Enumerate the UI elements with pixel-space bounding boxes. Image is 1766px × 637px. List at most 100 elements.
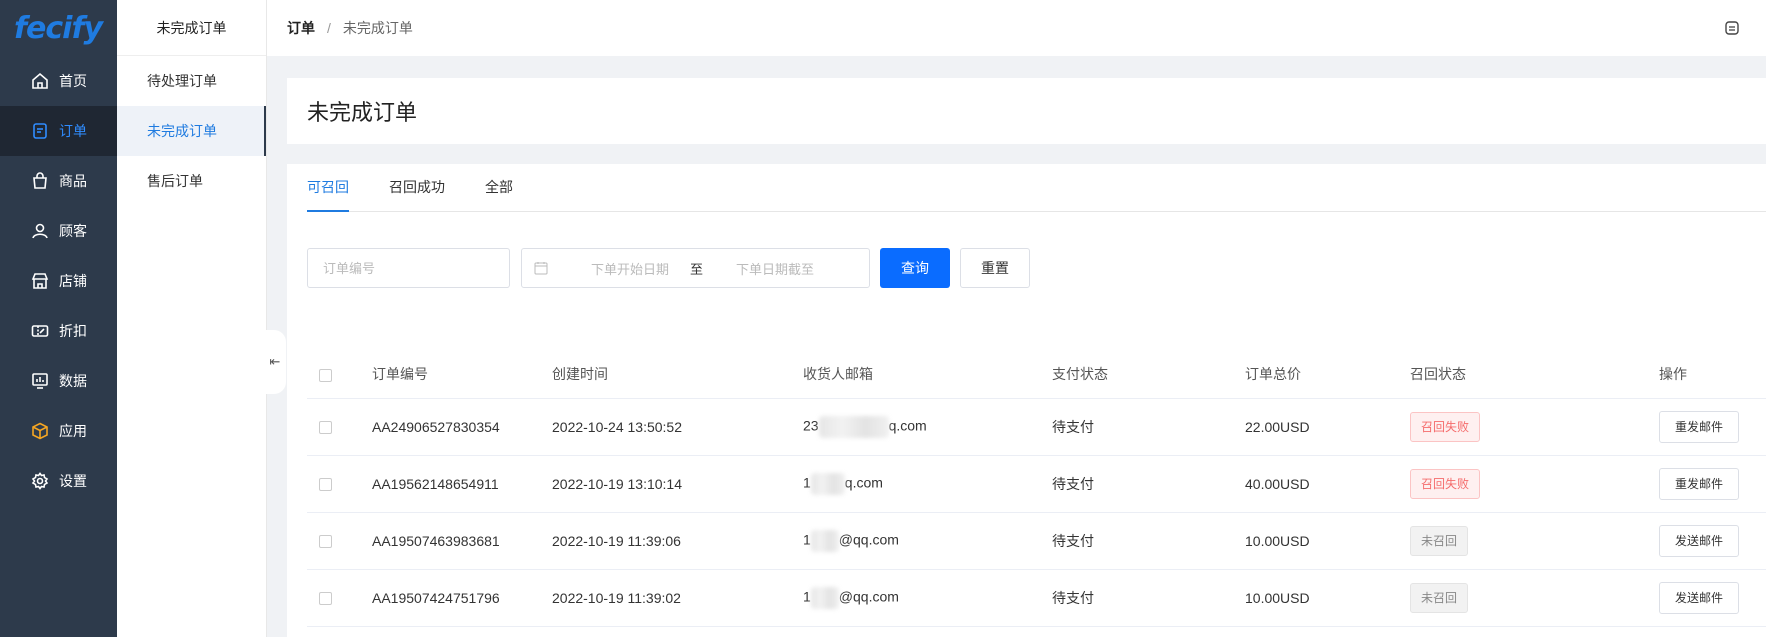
- submenu-item-1[interactable]: 未完成订单: [117, 106, 266, 156]
- column-header: 收货人邮箱: [803, 350, 1052, 399]
- pay-status: 待支付: [1052, 455, 1245, 513]
- created-time: 2022-10-19 11:39:06: [552, 512, 803, 570]
- sidebar-item-label: 顾客: [59, 223, 87, 239]
- breadcrumb-item-orders[interactable]: 订单: [287, 18, 315, 38]
- pay-status: 待支付: [1052, 398, 1245, 456]
- page-title: 未完成订单: [307, 100, 418, 125]
- home-icon: [30, 71, 50, 91]
- email-suffix: q.com: [844, 474, 883, 491]
- email-prefix: 1: [803, 474, 811, 491]
- action-cell: 发送邮件: [1659, 569, 1766, 627]
- submenu-title: 未完成订单: [117, 0, 266, 56]
- sidebar-item-7[interactable]: 应用: [0, 406, 117, 456]
- submenu-item-2[interactable]: 售后订单: [117, 156, 266, 206]
- tab-0[interactable]: 可召回: [307, 163, 349, 212]
- recall-status-cell: 未召回: [1410, 569, 1659, 627]
- sidebar-item-label: 商品: [59, 173, 87, 189]
- column-header: 操作: [1659, 350, 1766, 399]
- order-total: 10.00USD: [1245, 512, 1410, 570]
- email-prefix: 23: [803, 417, 819, 434]
- sidebar-item-label: 订单: [59, 123, 87, 139]
- row-checkbox[interactable]: [319, 592, 332, 606]
- order-total: 40.00USD: [1245, 455, 1410, 513]
- tab-2[interactable]: 全部: [485, 163, 513, 211]
- table-row: AA24906527830354 2022-10-24 13:50:52 23 q.c…: [307, 398, 1766, 456]
- pay-status: 待支付: [1052, 569, 1245, 627]
- order-total: 10.00USD: [1245, 569, 1410, 627]
- email-suffix: q.com: [888, 417, 927, 434]
- row-select-cell: [307, 569, 372, 627]
- sidebar-item-1[interactable]: 订单: [0, 106, 117, 156]
- order-number-input[interactable]: [307, 248, 510, 288]
- action-cell: 重发邮件: [1659, 398, 1766, 456]
- table-row: AA19562148654911 2022-10-19 13:10:14 1 q.co…: [307, 455, 1766, 513]
- row-checkbox[interactable]: [319, 421, 332, 435]
- submenu-item-0[interactable]: 待处理订单: [117, 56, 266, 106]
- tab-1[interactable]: 召回成功: [389, 163, 445, 211]
- select-all-checkbox[interactable]: [319, 368, 332, 382]
- sidebar-item-label: 应用: [59, 423, 87, 439]
- email-cell: 1 @qq.com: [803, 512, 1052, 570]
- row-select-cell: [307, 398, 372, 456]
- send-email-button[interactable]: 重发邮件: [1659, 410, 1740, 443]
- sidebar-item-4[interactable]: 店铺: [0, 256, 117, 306]
- sidebar-item-3[interactable]: 顾客: [0, 206, 117, 256]
- filter-bar: 下单开始日期 至 下单日期截至 查询 重置: [307, 248, 1030, 288]
- recall-status-cell: 未召回: [1410, 512, 1659, 570]
- row-checkbox[interactable]: [319, 478, 332, 492]
- search-button[interactable]: 查询: [880, 248, 950, 288]
- order-number[interactable]: AA19562148654911: [372, 455, 552, 513]
- send-email-button[interactable]: 发送邮件: [1659, 524, 1740, 557]
- send-email-button[interactable]: 重发邮件: [1659, 467, 1740, 500]
- collapse-menu-icon[interactable]: ⇤: [264, 330, 286, 394]
- end-date-input[interactable]: 下单日期截至: [719, 259, 831, 278]
- column-header: 创建时间: [552, 350, 803, 399]
- main-content-card: 可召回召回成功全部 下单开始日期 至 下单日期截至 查询 重置 订单编号 创建时…: [287, 164, 1766, 637]
- email-prefix: 1: [803, 588, 811, 605]
- sidebar-item-label: 首页: [59, 73, 87, 89]
- sidebar-item-5[interactable]: 折扣: [0, 306, 117, 356]
- sidebar-item-label: 折扣: [59, 323, 87, 339]
- sidebar-item-8[interactable]: 设置: [0, 456, 117, 506]
- start-date-input[interactable]: 下单开始日期: [574, 259, 686, 278]
- sub-sidebar: 未完成订单 待处理订单 未完成订单 售后订单: [117, 0, 267, 637]
- order-number[interactable]: AA19507463983681: [372, 512, 552, 570]
- select-all-cell: [307, 350, 372, 399]
- sidebar-item-label: 设置: [59, 473, 87, 489]
- store-icon: [30, 271, 50, 291]
- column-header: 召回状态: [1410, 350, 1659, 399]
- row-select-cell: [307, 512, 372, 570]
- recall-status-badge: 召回失败: [1410, 468, 1481, 499]
- sidebar-item-6[interactable]: 数据: [0, 356, 117, 406]
- chart-icon: [30, 371, 50, 391]
- created-time: 2022-10-19 11:39:02: [552, 569, 803, 627]
- row-select-cell: [307, 455, 372, 513]
- sidebar-item-label: 店铺: [59, 273, 87, 289]
- email-suffix: @qq.com: [838, 531, 899, 548]
- date-range-picker[interactable]: 下单开始日期 至 下单日期截至: [521, 248, 870, 288]
- column-header: 订单编号: [372, 350, 552, 399]
- recall-status-cell: 召回失败: [1410, 455, 1659, 513]
- created-time: 2022-10-19 13:10:14: [552, 455, 803, 513]
- email-suffix: @qq.com: [838, 588, 899, 605]
- order-total: 22.00USD: [1245, 398, 1410, 456]
- sidebar-item-0[interactable]: 首页: [0, 56, 117, 106]
- row-checkbox[interactable]: [319, 535, 332, 549]
- recall-status-badge: 未召回: [1410, 582, 1469, 613]
- bag-icon: [30, 171, 50, 191]
- order-number[interactable]: AA19507424751796: [372, 569, 552, 627]
- message-icon[interactable]: [1724, 20, 1740, 36]
- send-email-button[interactable]: 发送邮件: [1659, 581, 1740, 614]
- app-logo[interactable]: fecify: [0, 0, 117, 56]
- orders-table: 订单编号 创建时间 收货人邮箱 支付状态 订单总价 召回状态 操作 AA2490…: [307, 350, 1766, 627]
- sidebar-item-2[interactable]: 商品: [0, 156, 117, 206]
- range-separator: 至: [690, 261, 704, 277]
- created-time: 2022-10-24 13:50:52: [552, 398, 803, 456]
- column-header: 支付状态: [1052, 350, 1245, 399]
- recall-status-badge: 召回失败: [1410, 411, 1481, 442]
- order-number[interactable]: AA24906527830354: [372, 398, 552, 456]
- action-cell: 重发邮件: [1659, 455, 1766, 513]
- cube-icon: [30, 421, 50, 441]
- reset-button[interactable]: 重置: [960, 248, 1030, 288]
- status-tabs: 可召回 召回成功 全部: [307, 164, 1766, 212]
